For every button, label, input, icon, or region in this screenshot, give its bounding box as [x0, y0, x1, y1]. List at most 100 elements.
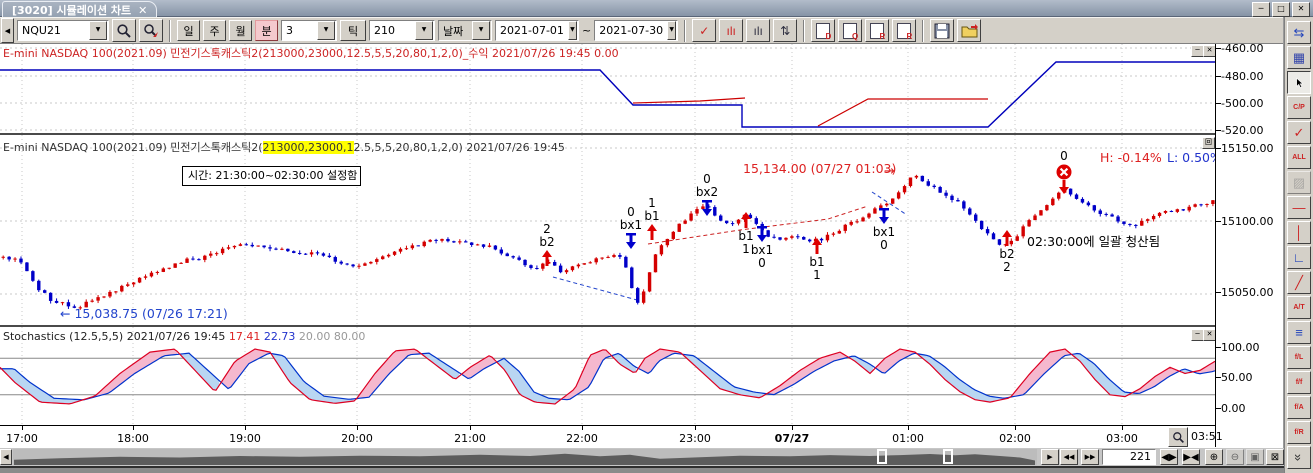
minimize-button[interactable]: ─: [1252, 2, 1270, 17]
fibo-arc-tool-icon[interactable]: f/A: [1287, 396, 1311, 419]
fast-backward-button[interactable]: ◀◀: [1060, 449, 1078, 465]
chart-settings-icon[interactable]: ▦: [1287, 46, 1311, 69]
price-restore-button[interactable]: 回: [1202, 137, 1215, 149]
period-minute-button[interactable]: 분: [255, 20, 278, 41]
symbol-combo[interactable]: NQU21 ▼: [17, 20, 109, 41]
tab-title: [3020] 시뮬레이션 차트: [12, 2, 131, 18]
multi-line-tool-icon[interactable]: ≡: [1287, 321, 1311, 344]
doc-r-icon: R: [870, 23, 884, 39]
close-chart-button[interactable]: ⊠: [1266, 449, 1284, 465]
bar-count-input[interactable]: 221: [1102, 449, 1156, 465]
svg-text:b2: b2: [539, 235, 554, 249]
chevron-down-icon[interactable]: ▼: [89, 21, 107, 40]
close-button[interactable]: ✕: [1292, 2, 1310, 17]
doc-search-icon[interactable]: Q: [838, 19, 862, 42]
svg-text:b1: b1: [644, 209, 659, 223]
time-label: 19:00: [229, 432, 261, 445]
signal-bars-icon[interactable]: ılı: [719, 19, 743, 42]
tick-button[interactable]: 틱: [340, 20, 366, 41]
period-month-button[interactable]: 월: [229, 20, 252, 41]
expand-button[interactable]: ◀▶: [1160, 449, 1178, 465]
trend-line-tool-icon: ╱: [1295, 275, 1303, 291]
docs-r-icon[interactable]: R: [892, 19, 916, 42]
stoch-k-value: 17.41: [229, 330, 261, 343]
step-forward-button[interactable]: ▶: [1041, 449, 1059, 465]
horizontal-line-tool-icon: —: [1293, 200, 1306, 215]
symbol-value: NQU21: [18, 24, 65, 37]
minute-combo[interactable]: 3 ▼: [281, 20, 337, 41]
navigator-minimap[interactable]: [13, 449, 1037, 465]
chevron-down-icon[interactable]: ▼: [415, 21, 433, 40]
horizontal-line-tool-icon[interactable]: —: [1287, 196, 1311, 219]
date-from-combo[interactable]: 2021-07-01 ▼: [495, 20, 579, 41]
save-button[interactable]: [930, 19, 954, 42]
step-line-tool-icon[interactable]: ∟: [1287, 246, 1311, 269]
svg-text:0: 0: [627, 205, 635, 219]
refresh-icon[interactable]: ⇆: [1287, 21, 1311, 44]
doc-d-icon[interactable]: D: [811, 19, 835, 42]
svg-text:bx1: bx1: [873, 225, 895, 239]
date-to-combo[interactable]: 2021-07-30 ▼: [594, 20, 678, 41]
chart-mode-icon[interactable]: ▨: [1287, 171, 1311, 194]
fit-button[interactable]: ▣: [1246, 449, 1264, 465]
search-button[interactable]: [112, 19, 136, 42]
stoch-fill: [423, 353, 459, 379]
chevron-down-icon[interactable]: ▼: [472, 21, 490, 40]
doc-r-icon[interactable]: R: [865, 19, 889, 42]
stoch-fill: [180, 353, 219, 390]
time-tick: [695, 426, 696, 430]
fast-forward-button[interactable]: ▶▶: [1081, 449, 1099, 465]
fibo-arc-tool-icon: f/A: [1294, 404, 1303, 411]
more-tools-icon[interactable]: »: [1287, 446, 1311, 469]
chart-tab[interactable]: [3020] 시뮬레이션 차트 ✕: [2, 1, 157, 18]
time-tick: [908, 426, 909, 430]
toolbar-scroll-left-button[interactable]: ◀: [1, 18, 14, 43]
chevron-down-icon[interactable]: ▼: [568, 21, 577, 40]
navigator-scroll-left-button[interactable]: ◀: [0, 449, 12, 465]
fibo-level-tool-icon[interactable]: f/L: [1287, 346, 1311, 369]
text-tool-icon[interactable]: A/T: [1287, 296, 1311, 319]
open-icon: [961, 23, 978, 39]
time-label: 23:00: [679, 432, 711, 445]
separator: [169, 20, 171, 42]
time-axis[interactable]: 17:0018:0019:0020:0021:0022:0023:0007/27…: [0, 425, 1215, 447]
open-button[interactable]: [957, 19, 981, 42]
symbol-search-button[interactable]: [139, 19, 163, 42]
zoom-out-button[interactable]: ⊖: [1226, 449, 1244, 465]
axis-label: 15050.00: [1221, 286, 1281, 299]
period-day-button[interactable]: 일: [177, 20, 200, 41]
fibo-retrace-tool-icon[interactable]: f/R: [1287, 421, 1311, 444]
chevron-down-icon[interactable]: ▼: [317, 21, 335, 40]
zoom-in-button[interactable]: ⊕: [1205, 449, 1223, 465]
time-label: 02:00: [999, 432, 1031, 445]
date-mode-combo[interactable]: 날짜 ▼: [438, 20, 492, 41]
period-week-button[interactable]: 주: [203, 20, 226, 41]
stoch-title-text: Stochastics (12.5,5,5) 2021/07/26 19:45: [3, 330, 225, 343]
trend-check-icon[interactable]: ✓: [692, 19, 716, 42]
sort-updown-icon[interactable]: ⇅: [773, 19, 797, 42]
tick-combo[interactable]: 210 ▼: [369, 20, 435, 41]
vertical-line-tool-icon[interactable]: │: [1287, 221, 1311, 244]
bars-icon[interactable]: ılı: [746, 19, 770, 42]
candlestick-chart[interactable]: 2b20bx11b10bx2b11bx10b11bx10b22015,134.0…: [0, 135, 1215, 325]
time-label: 18:00: [117, 432, 149, 445]
candle-pattern-icon: C/P: [1293, 104, 1305, 111]
candle-pattern-icon[interactable]: C/P: [1287, 96, 1311, 119]
chevron-down-icon[interactable]: ▼: [667, 21, 676, 40]
axis-label: 50.00: [1221, 371, 1281, 384]
time-zoom-button[interactable]: [1168, 427, 1188, 447]
trend-line-tool-icon[interactable]: ╱: [1287, 271, 1311, 294]
erase-all-icon[interactable]: ALL: [1287, 146, 1311, 169]
svg-text:bx1: bx1: [620, 218, 642, 232]
tab-close-icon[interactable]: ✕: [138, 4, 147, 17]
indicator-check-icon[interactable]: ✓: [1287, 121, 1311, 144]
cursor-tool-icon[interactable]: [1287, 71, 1311, 94]
magnifier-icon: [1172, 431, 1185, 444]
axis-label: -520.00: [1221, 124, 1281, 137]
maximize-button[interactable]: □: [1272, 2, 1290, 17]
tick-value: 210: [370, 24, 399, 37]
collapse-button[interactable]: ▶◀: [1182, 449, 1200, 465]
fibo-fan-tool-icon[interactable]: f/f: [1287, 371, 1311, 394]
stoch-fill: [612, 354, 636, 373]
svg-text:bx1: bx1: [751, 243, 773, 257]
